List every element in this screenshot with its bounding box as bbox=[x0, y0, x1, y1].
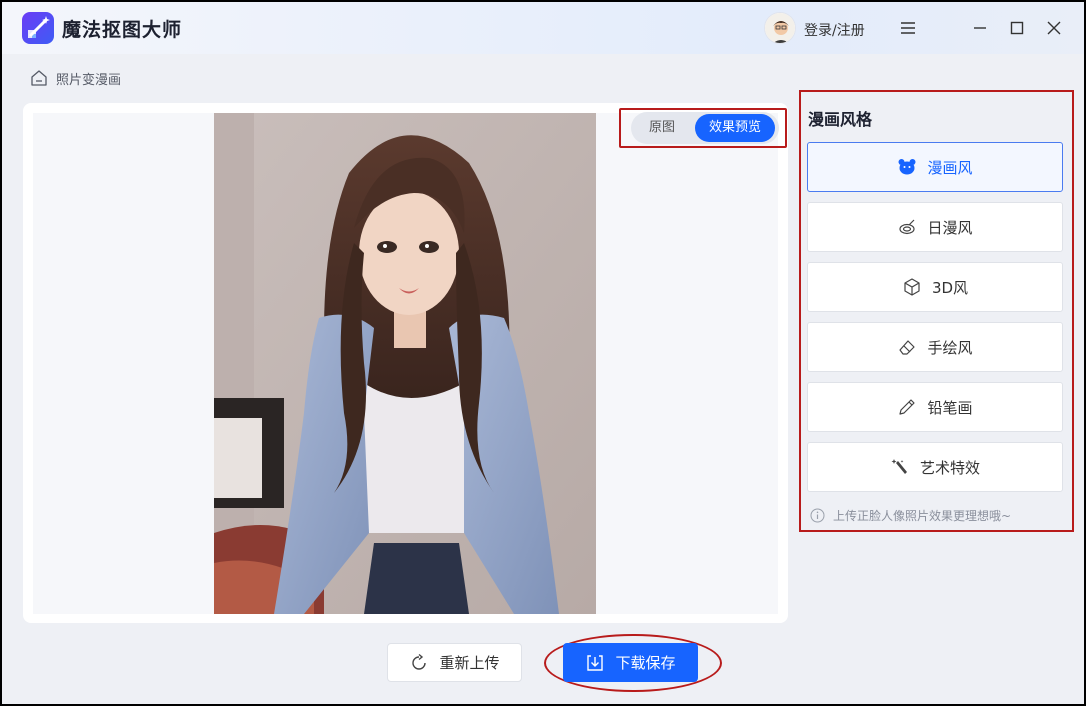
app-window: 魔法抠图大师 登录/注册 照片变漫画 原图 效果预览 漫画风格 漫画风 日漫风 … bbox=[2, 2, 1084, 704]
breadcrumb[interactable]: 照片变漫画 bbox=[30, 68, 121, 88]
breadcrumb-label: 照片变漫画 bbox=[56, 72, 122, 88]
toggle-original[interactable]: 原图 bbox=[635, 114, 689, 142]
avatar[interactable] bbox=[764, 12, 796, 44]
style-option-label: 艺术特效 bbox=[919, 458, 980, 477]
cube-icon bbox=[902, 277, 922, 297]
magic-wand-icon bbox=[890, 457, 910, 477]
home-icon[interactable] bbox=[30, 69, 48, 87]
cartoon-portrait-image bbox=[214, 113, 596, 614]
app-title: 魔法抠图大师 bbox=[62, 19, 183, 41]
style-option-japanese-anime[interactable]: 日漫风 bbox=[807, 202, 1063, 252]
login-register-link[interactable]: 登录/注册 bbox=[804, 20, 865, 40]
download-icon bbox=[585, 653, 605, 673]
preview-canvas bbox=[33, 113, 778, 614]
style-option-art-effects[interactable]: 艺术特效 bbox=[807, 442, 1063, 492]
eraser-icon bbox=[897, 337, 917, 357]
info-icon bbox=[810, 508, 825, 523]
reupload-button[interactable]: 重新上传 bbox=[387, 643, 522, 682]
bear-icon bbox=[897, 157, 917, 177]
refresh-icon bbox=[409, 653, 429, 673]
app-logo-icon bbox=[22, 12, 54, 44]
hint-text: 上传正脸人像照片效果更理想哦~ bbox=[833, 509, 1012, 523]
style-option-label: 手绘风 bbox=[927, 338, 973, 357]
menu-icon[interactable] bbox=[896, 16, 920, 40]
maximize-icon[interactable] bbox=[1005, 16, 1029, 40]
close-icon[interactable] bbox=[1042, 16, 1066, 40]
style-option-label: 3D风 bbox=[931, 278, 969, 297]
preview-panel: 原图 效果预览 bbox=[23, 103, 788, 623]
toggle-effect-preview[interactable]: 效果预览 bbox=[695, 114, 775, 142]
style-option-label: 铅笔画 bbox=[927, 398, 973, 417]
style-option-pencil[interactable]: 铅笔画 bbox=[807, 382, 1063, 432]
style-option-manga[interactable]: 漫画风 bbox=[807, 142, 1063, 192]
style-option-hand-drawn[interactable]: 手绘风 bbox=[807, 322, 1063, 372]
upload-hint: 上传正脸人像照片效果更理想哦~ bbox=[810, 507, 1011, 524]
swirl-icon bbox=[897, 217, 917, 237]
style-option-label: 日漫风 bbox=[927, 218, 973, 237]
style-option-label: 漫画风 bbox=[927, 158, 973, 177]
minimize-icon[interactable] bbox=[968, 16, 992, 40]
download-save-button[interactable]: 下载保存 bbox=[563, 643, 698, 682]
title-bar: 魔法抠图大师 登录/注册 bbox=[2, 2, 1084, 54]
pencil-icon bbox=[897, 397, 917, 417]
view-toggle: 原图 效果预览 bbox=[631, 112, 779, 144]
style-option-3d[interactable]: 3D风 bbox=[807, 262, 1063, 312]
style-panel-title: 漫画风格 bbox=[808, 110, 873, 129]
download-save-label: 下载保存 bbox=[615, 654, 676, 672]
reupload-label: 重新上传 bbox=[439, 654, 500, 672]
